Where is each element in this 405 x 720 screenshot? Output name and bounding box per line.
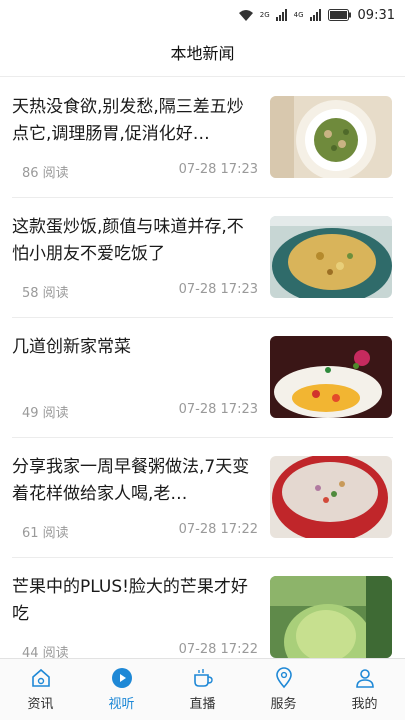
network-2g-label: 2G xyxy=(259,11,270,19)
read-count: 86 阅读 xyxy=(22,166,69,181)
status-time: 09:31 xyxy=(357,7,395,23)
tab-label: 我的 xyxy=(351,697,378,712)
tab-label: 视听 xyxy=(108,697,135,712)
status-icons: 2G 4G 09:31 xyxy=(238,6,395,24)
news-title[interactable]: 芒果中的PLUS!脸大的芒果才好吃 xyxy=(12,574,258,628)
tab-services[interactable]: 服务 xyxy=(243,659,324,720)
wifi-icon xyxy=(238,9,253,21)
read-count: 61 阅读 xyxy=(22,526,69,541)
news-title[interactable]: 分享我家一周早餐粥做法,7天变着花样做给家人喝,老… xyxy=(12,454,258,508)
tab-label: 直播 xyxy=(189,697,216,712)
news-item[interactable]: 几道创新家常菜 49 阅读 07-28 17:23 xyxy=(0,318,405,438)
network-4g-label: 4G xyxy=(293,11,304,19)
news-thumbnail[interactable] xyxy=(270,216,392,298)
read-count: 49 阅读 xyxy=(22,406,69,421)
news-title[interactable]: 这款蛋炒饭,颜值与味道并存,不怕小朋友不爱吃饭了 xyxy=(12,214,258,268)
publish-time: 07-28 17:22 xyxy=(178,522,258,537)
home-icon xyxy=(31,668,50,687)
publish-time: 07-28 17:23 xyxy=(178,402,258,417)
read-count: 58 阅读 xyxy=(22,286,69,301)
battery-icon xyxy=(327,9,351,21)
news-thumbnail[interactable] xyxy=(270,336,392,418)
tab-label: 服务 xyxy=(270,697,297,712)
news-thumbnail[interactable] xyxy=(270,96,392,178)
news-item[interactable]: 天热没食欲,别发愁,隔三差五炒点它,调理肠胃,促消化好… 86 阅读 07-28… xyxy=(0,78,405,198)
signal-icon-2 xyxy=(309,9,321,21)
news-item[interactable]: 这款蛋炒饭,颜值与味道并存,不怕小朋友不爱吃饭了 58 阅读 07-28 17:… xyxy=(0,198,405,318)
signal-icon-1 xyxy=(275,9,287,21)
news-title[interactable]: 几道创新家常菜 xyxy=(12,334,258,361)
publish-time: 07-28 17:23 xyxy=(178,162,258,177)
tab-label: 资讯 xyxy=(27,697,54,712)
location-icon xyxy=(275,667,292,689)
cup-icon xyxy=(193,669,213,687)
news-item[interactable]: 分享我家一周早餐粥做法,7天变着花样做给家人喝,老… 61 阅读 07-28 1… xyxy=(0,438,405,558)
news-feed[interactable]: 天热没食欲,别发愁,隔三差五炒点它,调理肠胃,促消化好… 86 阅读 07-28… xyxy=(0,78,405,658)
news-thumbnail[interactable] xyxy=(270,456,392,538)
read-count: 44 阅读 xyxy=(22,646,69,658)
page-header: 本地新闻 xyxy=(0,30,405,77)
profile-icon xyxy=(355,669,374,688)
news-thumbnail[interactable] xyxy=(270,576,392,658)
page-title: 本地新闻 xyxy=(170,44,235,63)
news-item[interactable]: 芒果中的PLUS!脸大的芒果才好吃 44 阅读 07-28 17:22 xyxy=(0,558,405,658)
publish-time: 07-28 17:22 xyxy=(178,642,258,657)
tab-news[interactable]: 资讯 xyxy=(0,659,81,720)
status-bar: 2G 4G 09:31 xyxy=(0,0,405,30)
tab-live[interactable]: 直播 xyxy=(162,659,243,720)
tab-profile[interactable]: 我的 xyxy=(324,659,405,720)
play-icon xyxy=(111,668,132,688)
bottom-tab-bar: 资讯 视听 直播 服务 我的 xyxy=(0,658,405,720)
news-title[interactable]: 天热没食欲,别发愁,隔三差五炒点它,调理肠胃,促消化好… xyxy=(12,94,258,148)
publish-time: 07-28 17:23 xyxy=(178,282,258,297)
tab-media[interactable]: 视听 xyxy=(81,659,162,720)
